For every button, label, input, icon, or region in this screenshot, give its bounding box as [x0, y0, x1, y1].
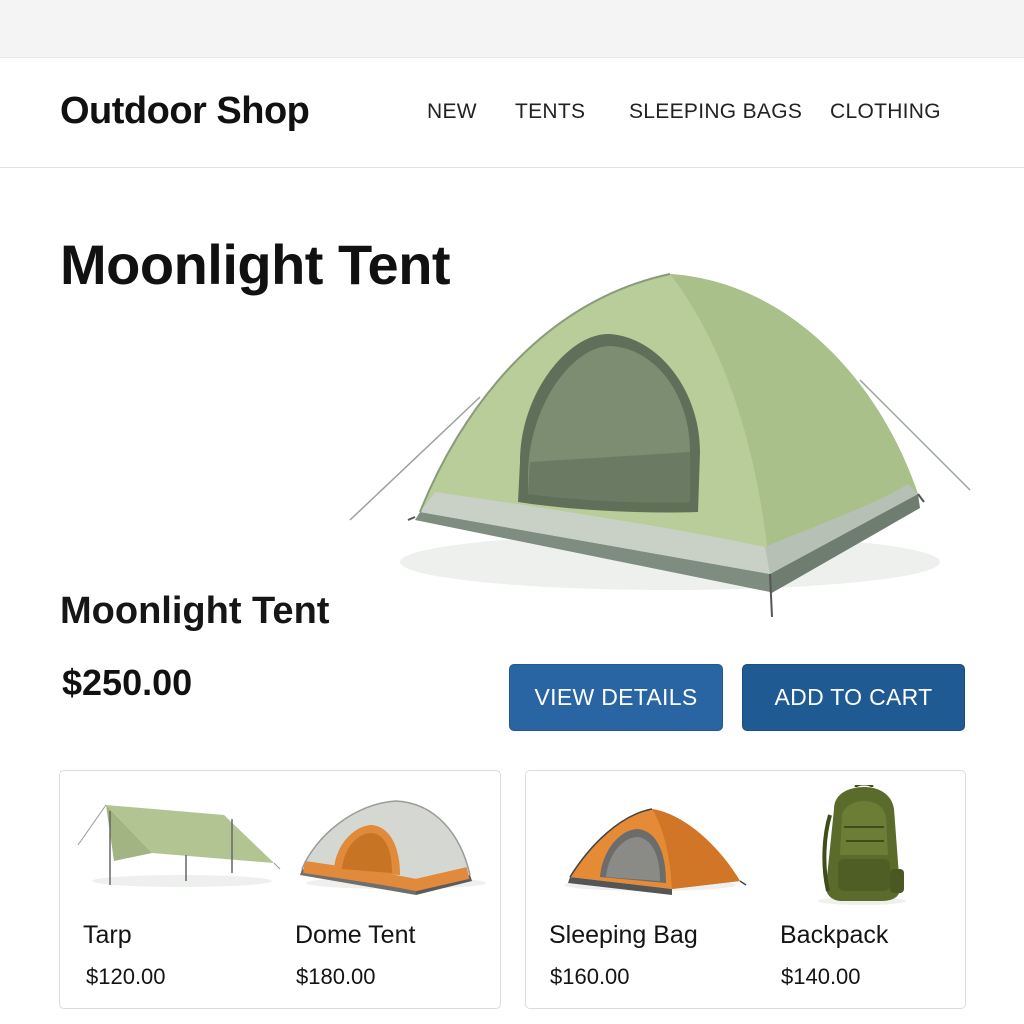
related-item-name: Backpack: [780, 921, 889, 949]
nav-item-clothing[interactable]: CLOTHING: [830, 100, 941, 124]
view-details-button[interactable]: VIEW DETAILS: [509, 664, 723, 731]
backpack-image: [818, 785, 906, 905]
related-item-name: Dome Tent: [295, 921, 416, 949]
orange-tent-image: [564, 808, 747, 895]
nav-item-tents[interactable]: TENTS: [515, 100, 585, 124]
related-item-sleeping-bag[interactable]: Sleeping Bag $160.00: [540, 771, 750, 1010]
related-item-name: Tarp: [83, 921, 132, 949]
dome-tent-image: [300, 800, 486, 895]
related-item-price: $180.00: [296, 964, 376, 989]
product-price: $250.00: [62, 662, 193, 703]
dome-tent-image: [349, 273, 971, 618]
site-header: Outdoor Shop NEW TENTS SLEEPING BAGS CLO…: [0, 58, 1024, 168]
related-products-card: Sleeping Bag $160.00 Backpack $140.00: [525, 770, 966, 1009]
brand-logo[interactable]: Outdoor Shop: [60, 90, 310, 133]
tarp-image: [77, 804, 281, 887]
related-item-name: Sleeping Bag: [549, 921, 698, 949]
related-item-price: $160.00: [550, 964, 630, 989]
related-item-backpack[interactable]: Backpack $140.00: [772, 771, 982, 1010]
related-item-price: $140.00: [781, 964, 861, 989]
related-item-dome-tent[interactable]: Dome Tent $180.00: [286, 771, 496, 1010]
related-item-tarp[interactable]: Tarp $120.00: [74, 771, 284, 1010]
related-products-card: Tarp $120.00 Dome Tent $180.00: [59, 770, 501, 1009]
related-item-price: $120.00: [86, 964, 166, 989]
browser-top-strip: [0, 0, 1024, 58]
nav-item-new[interactable]: NEW: [427, 100, 477, 124]
add-to-cart-button[interactable]: ADD TO CART: [742, 664, 965, 731]
product-name: Moonlight Tent: [60, 590, 330, 632]
nav-item-sleeping-bags[interactable]: SLEEPING BAGS: [629, 100, 802, 124]
